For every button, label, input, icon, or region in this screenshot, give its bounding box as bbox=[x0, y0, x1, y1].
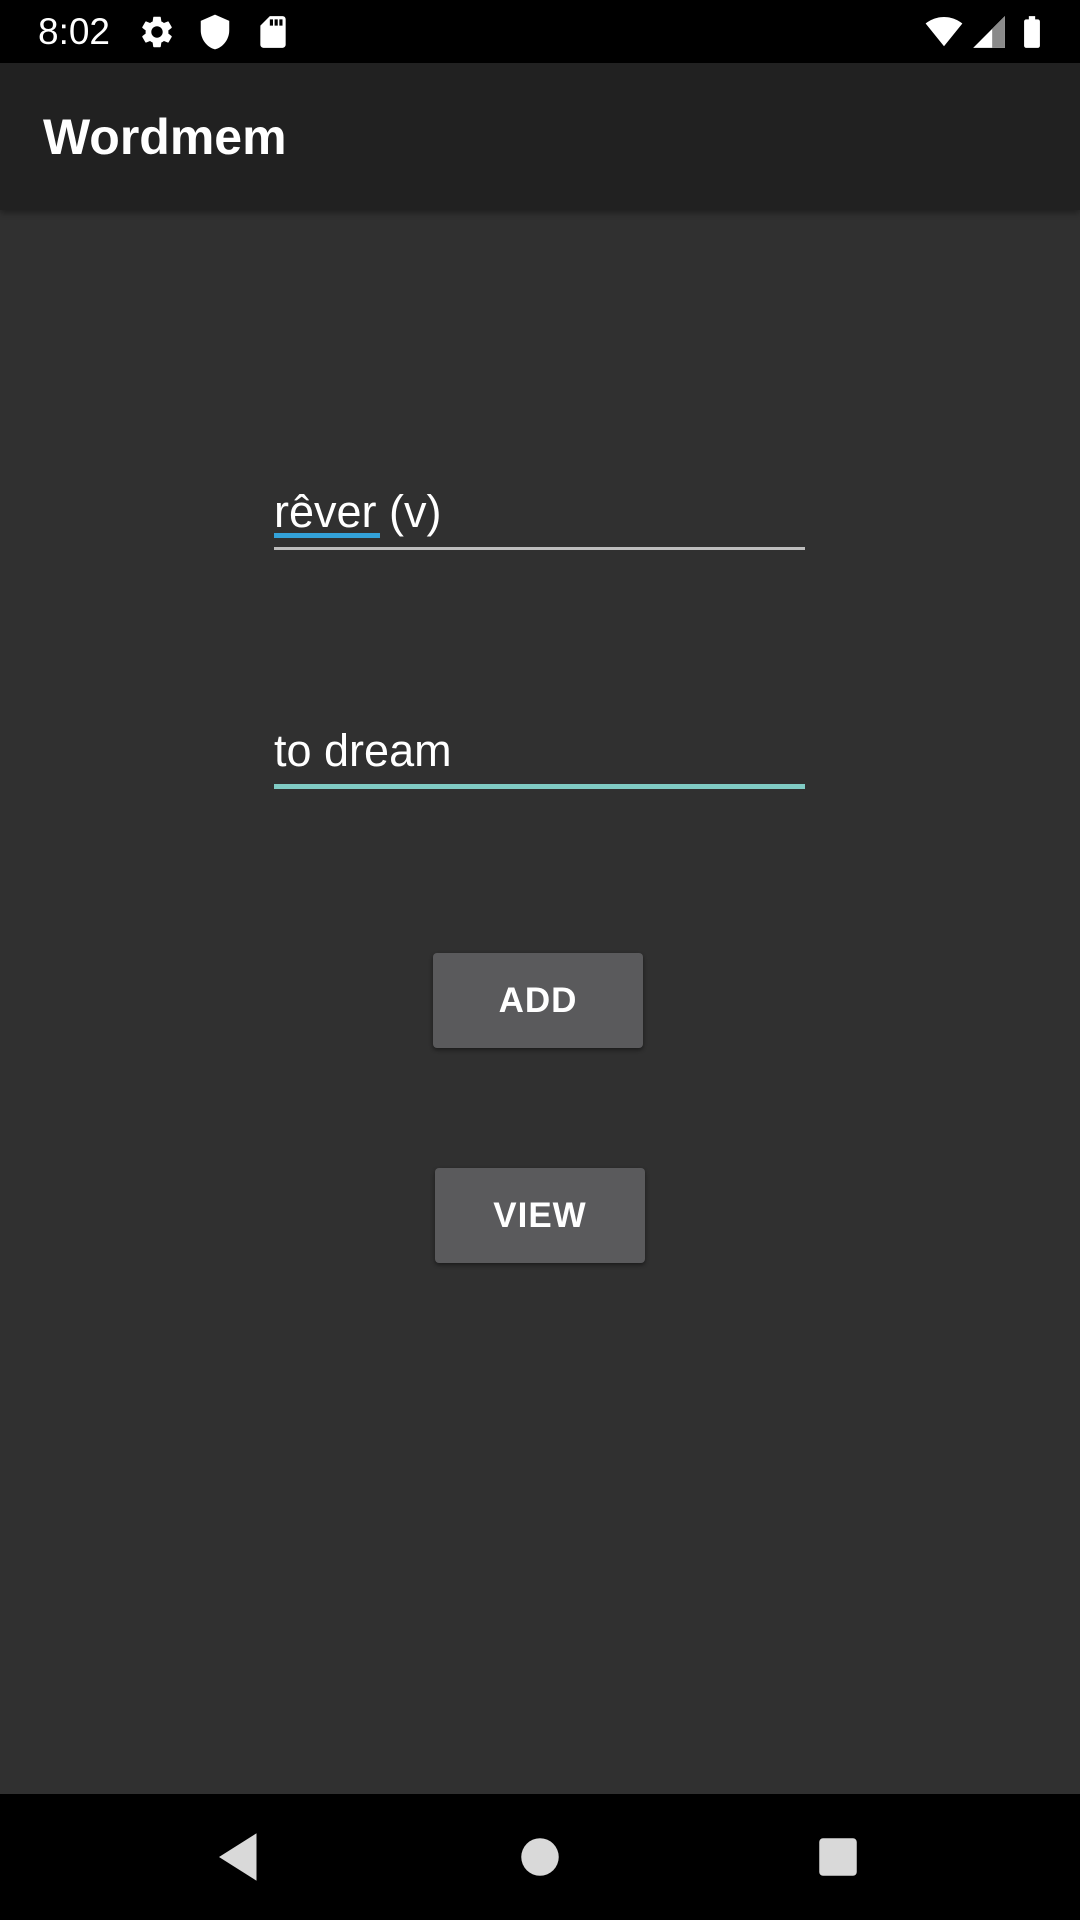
back-icon[interactable] bbox=[209, 1827, 269, 1887]
view-button[interactable]: VIEW bbox=[435, 1168, 645, 1263]
navigation-bar bbox=[0, 1794, 1080, 1920]
screen: 8:02 Wordmem rêver (v) to dream ADD VIEW bbox=[0, 0, 1080, 1920]
app-bar: Wordmem bbox=[0, 63, 1080, 210]
shield-icon bbox=[196, 13, 234, 51]
word-input[interactable]: rêver (v) bbox=[274, 470, 805, 550]
wifi-icon bbox=[922, 13, 966, 51]
translation-input[interactable]: to dream bbox=[274, 709, 805, 789]
app-title: Wordmem bbox=[43, 109, 287, 165]
add-button[interactable]: ADD bbox=[433, 953, 643, 1048]
word-input-text: rêver (v) bbox=[274, 486, 442, 537]
status-time: 8:02 bbox=[38, 11, 111, 52]
home-icon[interactable] bbox=[510, 1827, 570, 1887]
status-bar: 8:02 bbox=[0, 0, 1080, 63]
translation-input-underline bbox=[274, 784, 805, 789]
battery-icon bbox=[1013, 13, 1051, 51]
sd-card-icon bbox=[254, 13, 292, 51]
signal-icon bbox=[970, 13, 1008, 51]
settings-icon bbox=[138, 13, 176, 51]
word-input-underline bbox=[274, 547, 805, 550]
translation-input-text: to dream bbox=[274, 725, 452, 776]
recents-icon[interactable] bbox=[808, 1827, 868, 1887]
